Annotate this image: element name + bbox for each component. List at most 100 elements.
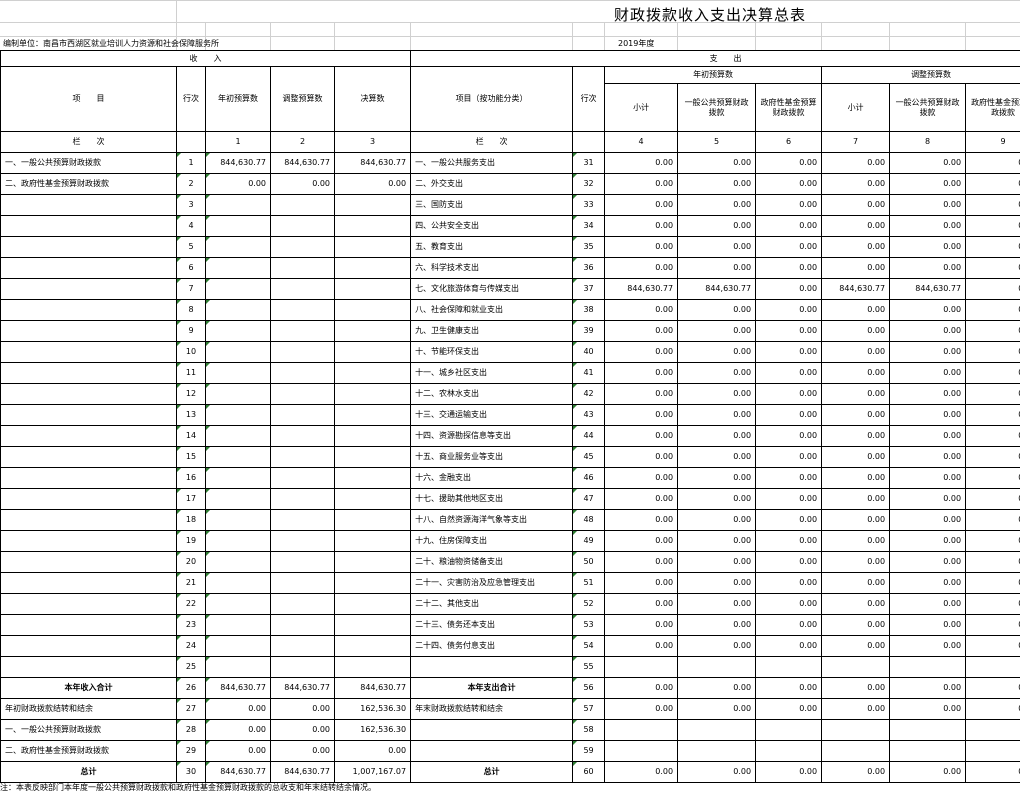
income-final: 162,536.30: [333, 698, 412, 720]
income-item: [0, 572, 177, 594]
expense-line-no: 31: [572, 152, 606, 174]
expense-item: [410, 656, 574, 678]
expense-line-no: 56: [572, 677, 606, 699]
expense-value-6: 0.00: [755, 278, 823, 300]
income-initial: [205, 635, 271, 657]
expense-value-7: 0.00: [821, 572, 891, 594]
income-line-no: 22: [176, 593, 206, 615]
expense-line-no: 59: [572, 740, 606, 762]
income-final: [333, 446, 412, 468]
income-adjust: 0.00: [270, 698, 335, 720]
expense-value-9: 0.00: [965, 761, 1020, 783]
expense-value-9: 0.00: [965, 236, 1020, 258]
expense-value-5: 0.00: [677, 761, 757, 783]
expense-value-8: 0.00: [889, 173, 967, 195]
expense-line-no: 42: [572, 383, 606, 405]
income-initial: [205, 656, 271, 678]
expense-item: 二十三、债务还本支出: [410, 614, 574, 636]
income-adjust: [270, 635, 335, 657]
expense-line-no: 41: [572, 362, 606, 384]
expense-value-8: 0.00: [889, 425, 967, 447]
expense-item: 十一、城乡社区支出: [410, 362, 574, 384]
income-line-no: 6: [176, 257, 206, 279]
income-initial: [205, 257, 271, 279]
expense-item: 二十二、其他支出: [410, 593, 574, 615]
expense-value-4: 0.00: [604, 215, 679, 237]
expense-value-5: 0.00: [677, 257, 757, 279]
income-line-no: 12: [176, 383, 206, 405]
expense-value-4: 0.00: [604, 551, 679, 573]
expense-item: 二十一、灾害防治及应急管理支出: [410, 572, 574, 594]
col-index-label-right: 栏 次: [410, 131, 574, 153]
expense-value-5: 0.00: [677, 446, 757, 468]
expense-line-no: 49: [572, 530, 606, 552]
expense-value-5: 0.00: [677, 194, 757, 216]
expense-value-9: [965, 656, 1020, 678]
income-initial: [205, 320, 271, 342]
expense-item: 十四、资源勘探信息等支出: [410, 425, 574, 447]
income-initial: [205, 341, 271, 363]
income-item: [0, 278, 177, 300]
income-item: 年初财政拨款结转和结余: [0, 698, 177, 720]
table-row: 二、政府性基金预算财政拨款 29 0.00 0.00 0.00 59: [0, 740, 1020, 762]
expense-item: 七、文化旅游体育与传媒支出: [410, 278, 574, 300]
table-row: 8八、社会保障和就业支出380.000.000.000.000.000.00: [0, 299, 1020, 321]
income-initial: 0.00: [205, 740, 271, 762]
expense-value-5: 0.00: [677, 320, 757, 342]
income-line-no: 16: [176, 467, 206, 489]
expense-value-6: 0.00: [755, 236, 823, 258]
expense-value-7: 0.00: [821, 530, 891, 552]
table-row: 总计 30 844,630.77 844,630.77 1,007,167.07 总计 60…: [0, 761, 1020, 783]
income-adjust: [270, 509, 335, 531]
expense-value-7: 0.00: [821, 551, 891, 573]
table-row: 20二十、粮油物资储备支出500.000.000.000.000.000.00: [0, 551, 1020, 573]
expense-item: [410, 719, 574, 741]
expense-line-no: 43: [572, 404, 606, 426]
income-final: [333, 593, 412, 615]
expense-value-9: 0.00: [965, 152, 1020, 174]
income-final: 844,630.77: [333, 152, 412, 174]
income-initial: [205, 446, 271, 468]
expense-value-9: 0.00: [965, 530, 1020, 552]
expense-line-no: 44: [572, 425, 606, 447]
income-adjust: [270, 551, 335, 573]
income-line-no: 23: [176, 614, 206, 636]
expense-value-7: [821, 656, 891, 678]
expense-value-6: 0.00: [755, 425, 823, 447]
table-row: 一、一般公共预算财政拨款 1 844,630.77 844,630.77 844,630…: [0, 152, 1020, 174]
expense-value-6: 0.00: [755, 761, 823, 783]
col-index-9: 9: [965, 131, 1020, 153]
table-row: 23二十三、债务还本支出530.000.000.000.000.000.00: [0, 614, 1020, 636]
expense-line-no: 37: [572, 278, 606, 300]
expense-item: 十六、金融支出: [410, 467, 574, 489]
expense-value-7: 0.00: [821, 488, 891, 510]
income-line-no: 9: [176, 320, 206, 342]
income-adjust: [270, 278, 335, 300]
hdr-func-item: 项目（按功能分类）: [410, 66, 574, 132]
income-adjust: [270, 425, 335, 447]
expense-line-no: 45: [572, 446, 606, 468]
expense-value-9: 0.00: [965, 215, 1020, 237]
income-initial: 0.00: [205, 173, 271, 195]
income-adjust: [270, 404, 335, 426]
table-row: 10十、节能环保支出400.000.000.000.000.000.00: [0, 341, 1020, 363]
expense-value-9: [965, 740, 1020, 762]
expense-value-5: 0.00: [677, 215, 757, 237]
expense-value-8: 0.00: [889, 614, 967, 636]
income-item: [0, 551, 177, 573]
expense-value-6: 0.00: [755, 446, 823, 468]
income-final: [333, 425, 412, 447]
expense-value-5: 0.00: [677, 614, 757, 636]
report-title: 财政拨款收入支出决算总表: [613, 6, 806, 24]
expense-value-5: 0.00: [677, 635, 757, 657]
income-line-no: 27: [176, 698, 206, 720]
table-row: 13十三、交通运输支出430.000.000.000.000.000.00: [0, 404, 1020, 426]
income-adjust: [270, 446, 335, 468]
expense-value-9: 0.00: [965, 278, 1020, 300]
expense-line-no: 39: [572, 320, 606, 342]
expense-value-8: 0.00: [889, 383, 967, 405]
expense-value-5: 0.00: [677, 467, 757, 489]
expense-value-5: 0.00: [677, 152, 757, 174]
expense-value-6: 0.00: [755, 152, 823, 174]
income-final: [333, 509, 412, 531]
